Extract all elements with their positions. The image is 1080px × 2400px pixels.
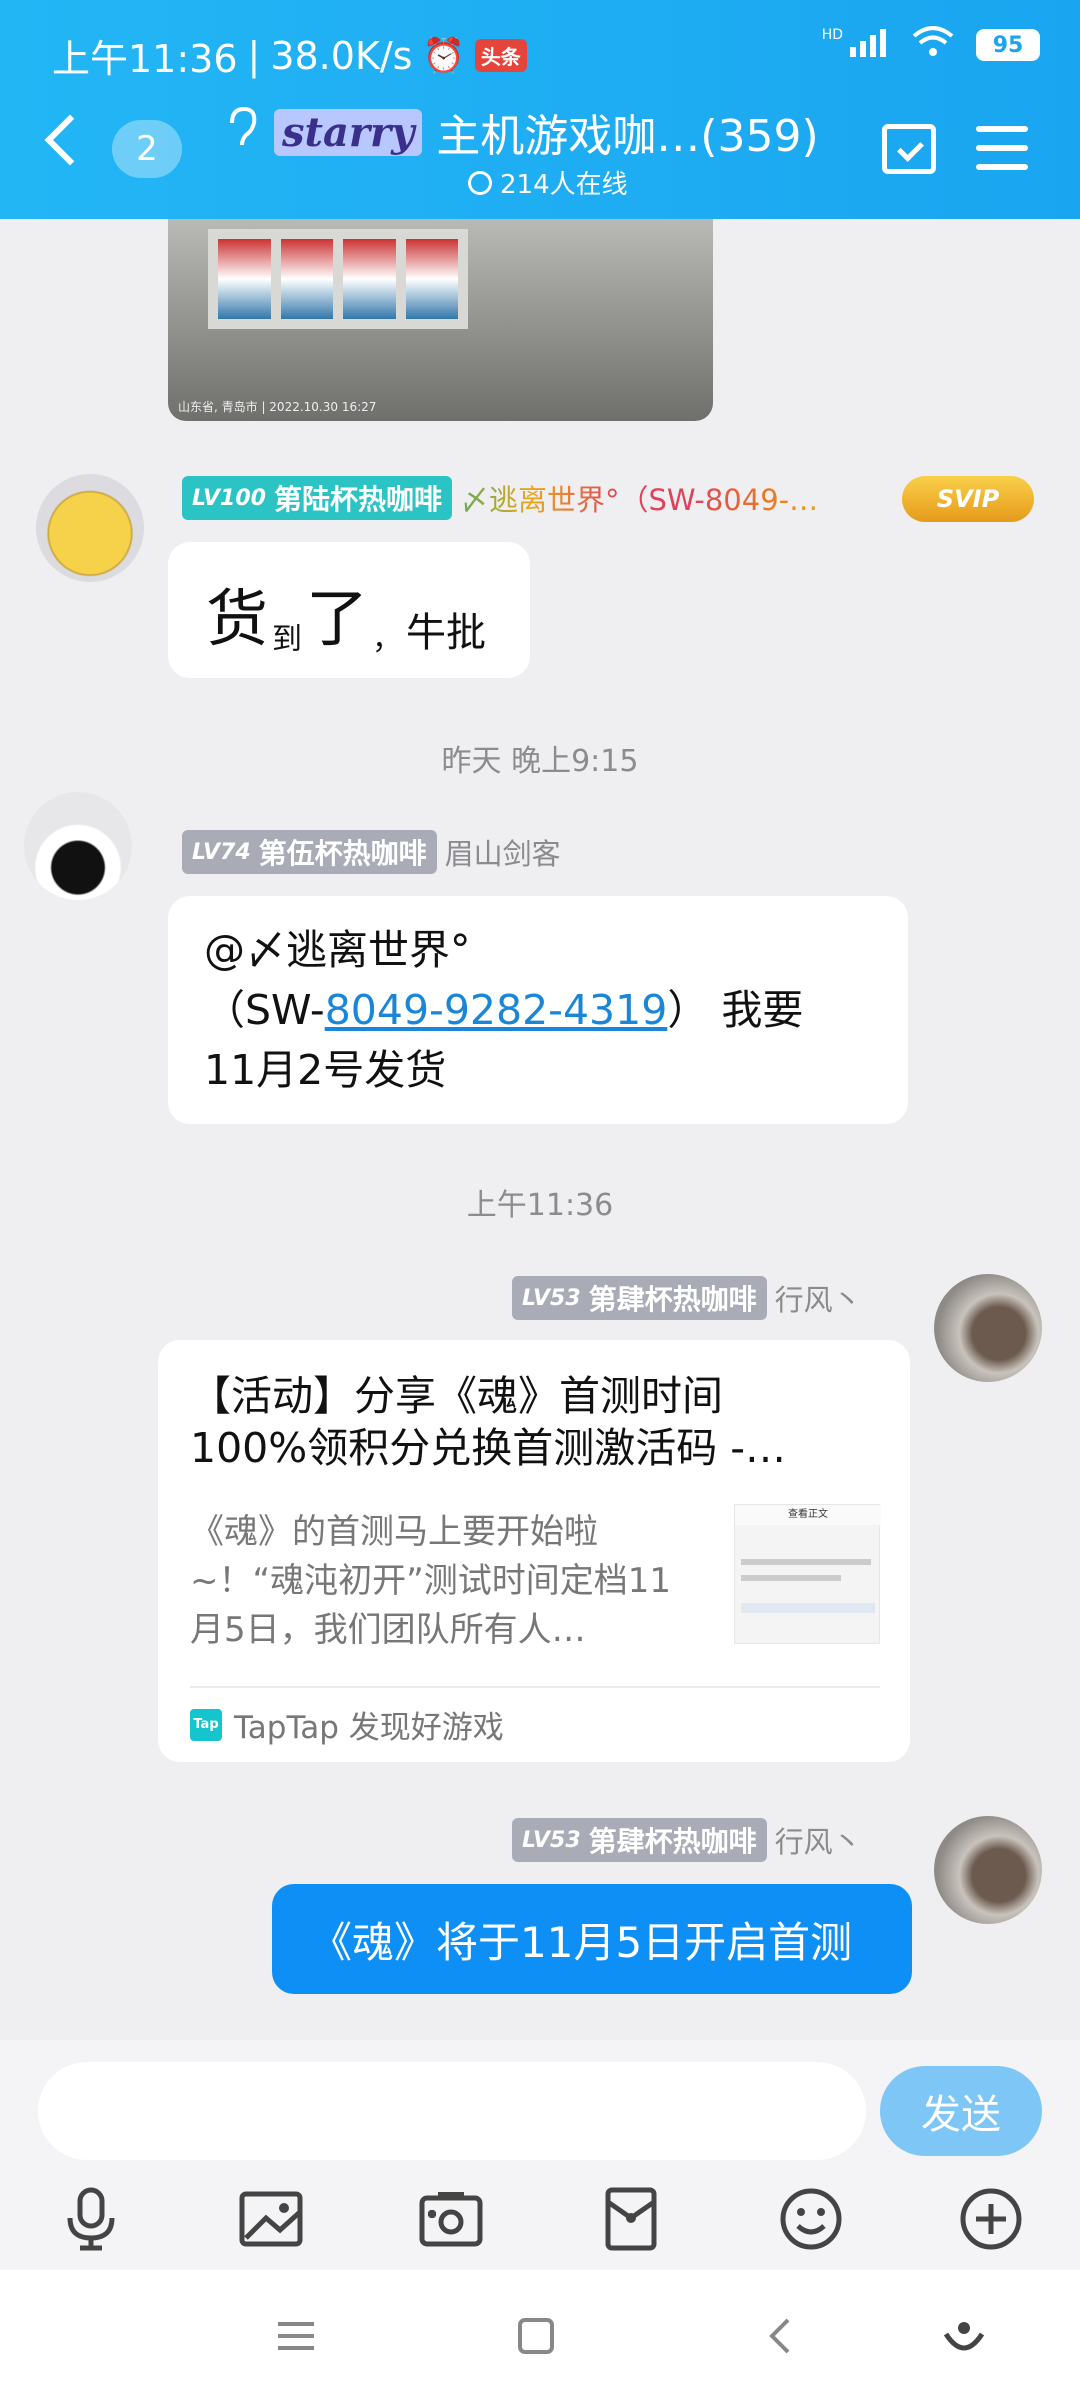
level-badge: LV74 第伍杯热咖啡 xyxy=(182,830,437,874)
wifi-icon xyxy=(912,26,954,64)
image-icon[interactable] xyxy=(236,2184,306,2254)
back-button[interactable] xyxy=(44,114,96,166)
mention[interactable]: @〆逃离世界° xyxy=(204,920,884,980)
sender-tagline: LV74 第伍杯热咖啡 眉山剑客 xyxy=(182,830,561,874)
message-input[interactable] xyxy=(38,2062,866,2160)
assistant-icon[interactable] xyxy=(942,2314,986,2358)
microphone-icon[interactable] xyxy=(56,2184,126,2254)
message-bubble[interactable]: 货 到 了 ， 牛批 xyxy=(168,542,530,678)
message-bubble[interactable]: @〆逃离世界° （SW-8049-9282-4319） 我要 11月2号发货 xyxy=(168,896,908,1124)
ear-icon xyxy=(224,105,260,160)
shared-photo[interactable]: 山东省, 青岛市 | 2022.10.30 16:27 xyxy=(168,219,713,421)
avatar[interactable] xyxy=(36,474,144,582)
signal-icon: HD xyxy=(822,27,890,63)
avatar[interactable] xyxy=(24,792,132,900)
input-area: 发送 xyxy=(0,2040,1080,2270)
status-bar-left: 上午11:36 | 38.0K/s ⏰ 头条 xyxy=(52,28,527,83)
menu-icon[interactable] xyxy=(976,126,1028,170)
sender-name[interactable]: 眉山剑客 xyxy=(445,831,561,873)
status-time: 上午11:36 xyxy=(52,37,238,81)
emoji-icon[interactable] xyxy=(776,2184,846,2254)
send-button[interactable]: 发送 xyxy=(880,2066,1042,2156)
battery-icon: 95 xyxy=(976,29,1040,61)
group-title[interactable]: starry 主机游戏咖…(359) xyxy=(224,100,819,164)
friend-code-link[interactable]: 8049-9282-4319 xyxy=(325,986,668,1034)
plus-icon[interactable] xyxy=(956,2184,1026,2254)
card-source: Tap TapTap 发现好游戏 xyxy=(190,1702,504,1747)
card-description: 《魂》的首测马上要开始啦~！“魂沌初开”测试时间定档11月5日，我们团队所有人… xyxy=(190,1512,671,1650)
svip-badge: SVIP xyxy=(902,476,1034,522)
red-packet-icon[interactable] xyxy=(596,2184,666,2254)
status-bar-right: HD 95 xyxy=(822,26,1040,64)
sender-tagline: LV53 第肆杯热咖啡 行风丶 xyxy=(512,1818,862,1862)
message-bubble[interactable]: 《魂》将于11月5日开启首测 xyxy=(272,1884,912,1994)
system-nav-bar xyxy=(0,2270,1080,2400)
photo-caption: 山东省, 青岛市 | 2022.10.30 16:27 xyxy=(178,400,377,414)
news-badge: 头条 xyxy=(474,39,527,72)
sender-tagline: LV100 第陆杯热咖啡 〆逃离世界°（SW-8049-… xyxy=(182,476,818,520)
camera-icon[interactable] xyxy=(416,2184,486,2254)
online-icon xyxy=(468,170,492,195)
avatar[interactable] xyxy=(934,1816,1042,1924)
calendar-check-icon[interactable] xyxy=(882,124,936,174)
recent-apps-icon[interactable] xyxy=(274,2314,318,2358)
divider xyxy=(190,1686,880,1688)
level-badge: LV100 第陆杯热咖啡 xyxy=(182,476,452,520)
avatar[interactable] xyxy=(934,1274,1042,1382)
card-thumbnail: 查看正文 xyxy=(734,1504,881,1644)
group-logo: starry xyxy=(274,108,423,156)
alarm-icon: ⏰ xyxy=(422,35,465,76)
sender-tagline: LV53 第肆杯热咖啡 行风丶 xyxy=(512,1276,862,1320)
timestamp: 上午11:36 xyxy=(466,1188,614,1223)
home-icon[interactable] xyxy=(514,2314,558,2358)
unread-count-badge[interactable]: 2 xyxy=(112,120,182,178)
back-nav-icon[interactable] xyxy=(760,2314,804,2358)
online-count: 214人在线 xyxy=(468,164,628,201)
sender-name[interactable]: 行风丶 xyxy=(775,1277,862,1319)
chat-header: 上午11:36 | 38.0K/s ⏰ 头条 HD 95 2 starry 主机… xyxy=(0,0,1080,219)
sender-name[interactable]: 行风丶 xyxy=(775,1819,862,1861)
card-title: 【活动】分享《魂》首测时间100%领积分兑换首测激活码 -… xyxy=(190,1372,787,1472)
shared-link-card[interactable]: 【活动】分享《魂》首测时间100%领积分兑换首测激活码 -… 《魂》的首测马上要… xyxy=(158,1340,910,1762)
group-name: 主机游戏咖…(359) xyxy=(436,111,819,162)
network-speed: 38.0K/s xyxy=(270,33,413,78)
sender-name[interactable]: 〆逃离世界°（SW-8049-… xyxy=(460,477,818,519)
level-badge: LV53 第肆杯热咖啡 xyxy=(512,1818,767,1862)
timestamp: 昨天 晚上9:15 xyxy=(441,744,639,779)
level-badge: LV53 第肆杯热咖啡 xyxy=(512,1276,767,1320)
taptap-icon: Tap xyxy=(190,1708,222,1741)
